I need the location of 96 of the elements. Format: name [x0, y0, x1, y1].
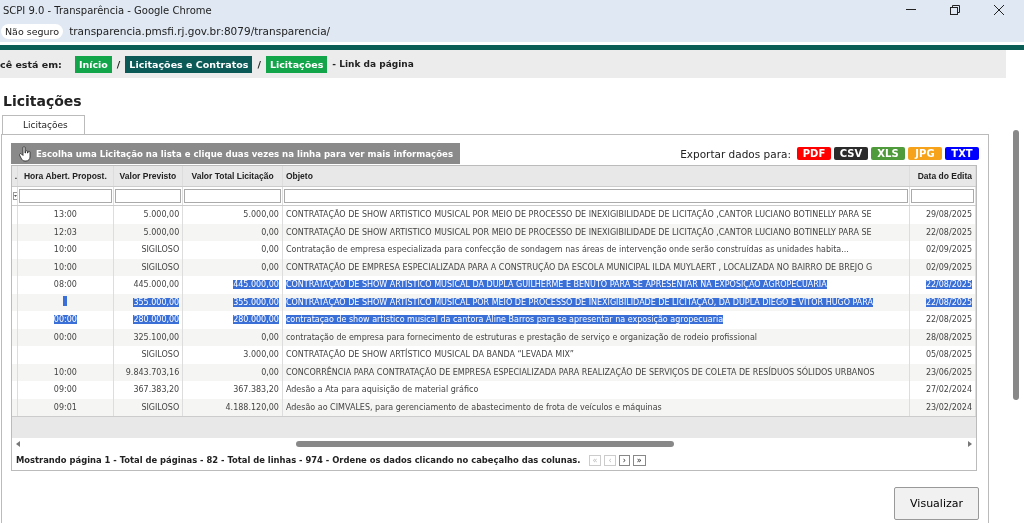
table-cell: CONTRATAÇÃO DE SHOW ARTISTICO MUSICAL POR MEIO DE PROCESSO DE INEXIGIBILIDADE DE LICITAÇÃO ,CANTOR LUCIANO BOTINELLY PARA SE: [285, 210, 872, 220]
table-cell: 0,00: [261, 367, 279, 377]
table-cell: 22/08/2025: [925, 227, 972, 237]
pager-info: Mostrando página 1 - Total de páginas - 82 - Total de linhas - 974 - Ordene os dados clicando no cabeçalho das colunas.: [16, 455, 581, 465]
column-header[interactable]: Valor Total Licitação: [182, 166, 283, 187]
table-cell: 355.000,00: [233, 297, 279, 307]
scroll-right-icon[interactable]: [968, 441, 972, 447]
filter-field[interactable]: [283, 189, 909, 203]
filter-field[interactable]: [114, 189, 182, 203]
breadcrumb-note: - Link da página: [332, 59, 414, 69]
url-field[interactable]: transparencia.pmsfi.rj.gov.br:8079/transparencia/: [69, 25, 331, 37]
column-header[interactable]: Objeto: [282, 166, 910, 187]
minimize-icon[interactable]: [906, 9, 916, 11]
table-cell: 10:00: [53, 262, 77, 272]
export-button[interactable]: PDF: [797, 147, 831, 160]
table-cell: 22/08/2025: [925, 297, 972, 307]
table-cell: 367.383,20: [133, 385, 180, 395]
table-cell: 4.188.120,00: [225, 402, 279, 412]
column-header[interactable]: Data do Edita: [910, 166, 976, 187]
table-cell: 0,00: [261, 245, 279, 255]
table-cell: CONTRATAÇÃO DE SHOW ARTÍSTICO MUSICAL DA BANDA “LEVADA MIX”: [285, 350, 574, 360]
scroll-left-icon[interactable]: [16, 441, 20, 447]
security-badge[interactable]: Não seguro: [1, 23, 64, 39]
breadcrumb-label: cê está em:: [0, 58, 62, 70]
tab[interactable]: Licitações: [2, 115, 85, 134]
table-cell: 445.000,00: [133, 280, 180, 290]
table-cell: 23/02/2024: [925, 402, 972, 412]
table-cell: 445.000,00: [233, 280, 279, 290]
table-cell: 280.000,00: [233, 315, 279, 325]
breadcrumb-separator: /: [257, 58, 261, 70]
table-cell: Adesão a Ata para aquisição de material gráfico: [285, 385, 479, 395]
table-cell: 23/06/2025: [925, 367, 972, 377]
export-label: Exportar dados para:: [680, 147, 791, 160]
table-cell: 5.000,00: [143, 210, 180, 220]
table-cell: Adesão ao CIMVALES, para gerenciamento de abastecimento de frota de veículos e máquinas: [285, 402, 662, 412]
table-cell: 29/08/2025: [925, 210, 972, 220]
table-cell: 09:00: [53, 385, 77, 395]
table-cell: Contratação de empresa especializada para confecção de sondagem nas áreas de intervenção onde serão construídas as unidades habita...: [285, 245, 849, 255]
table-cell: 28/08/2025: [925, 332, 972, 342]
table-cell: 05/08/2025: [925, 350, 972, 360]
window-title: SCPI 9.0 - Transparência - Google Chrome: [3, 4, 212, 16]
filter-field[interactable]: [911, 189, 974, 203]
column-header[interactable]: Valor Previsto: [113, 166, 183, 187]
table-cell: SIGILOSO: [141, 402, 180, 412]
breadcrumb-separator: /: [116, 58, 121, 70]
hint-banner: Escolha uma Licitação na lista e clique duas vezes na linha para ver mais informações: [11, 143, 461, 164]
table-cell: 280.000,00: [133, 315, 180, 325]
table-cell: CONTRATAÇÃO DE EMPRESA ESPECIALIZADA PARA A CONSTRUÇÃO DA ESCOLA MUNICIPAL ILDA MUYLAERT , LOCALIZADA NO BAIRRO DE BREJO G: [285, 262, 873, 272]
table-cell: 0,00: [261, 262, 279, 272]
table-cell: SIGILOSO: [141, 245, 180, 255]
pager-button[interactable]: ›: [618, 454, 630, 466]
table-cell: 13:00: [53, 210, 77, 220]
table-cell: 355.000,00: [133, 297, 180, 307]
table-cell: 09:01: [53, 402, 77, 412]
table-cell: 22/08/2025: [925, 280, 972, 290]
table-cell: 0,00: [261, 227, 279, 237]
table-cell: 27/02/2024: [925, 385, 972, 395]
table-cell: 0,00: [261, 332, 279, 342]
table-cell: 9.843.703,16: [125, 367, 180, 377]
vertical-scrollbar[interactable]: [1013, 130, 1019, 400]
table-cell: 02/09/2025: [925, 262, 972, 272]
table-cell: 00:00: [53, 332, 77, 342]
table-cell: contratação de empresa para fornecimento de estruturas e prestação de serviço e organização de rodeio profissional: [285, 332, 758, 342]
table-cell: CONCORRÊNCIA PARA CONTRATAÇÃO DE EMPRESA ESPECIALIZADA PARA REALIZAÇÃO DE SERVIÇOS DE COLETA DE RESÍDUOS SÓLIDOS URBANOS: [285, 367, 875, 377]
close-icon[interactable]: [994, 5, 1004, 15]
restore-icon[interactable]: [950, 5, 960, 15]
export-button[interactable]: TXT: [945, 147, 979, 160]
pager-button[interactable]: »: [632, 454, 646, 466]
export-button[interactable]: CSV: [834, 147, 868, 160]
table-cell: 10:00: [53, 367, 77, 377]
table-cell: 12:03: [53, 227, 77, 237]
table-cell: CONTRATAÇÃO DE SHOW ARTISTICO MUSICAL POR MEIO DE PROCESSO DE INEXIGIBILIDADE DE LICITAÇÃO, DA DUPLA DIEGO E VITOR HUGO PARA: [285, 297, 874, 307]
column-header[interactable]: .: [12, 166, 18, 187]
table-cell: CONTRATAÇÃO DE SHOW ARTISTICO MUSICAL DA DUPLA GUILHERME E BENUTO PARA SE APRESENTAR NA EXPOSIÇÃO AGROPECUARIA: [285, 280, 827, 290]
breadcrumb-link[interactable]: Licitações e Contratos: [125, 55, 253, 73]
table-cell: 02/09/2025: [925, 245, 972, 255]
table-cell: 00:00: [53, 315, 77, 325]
table-cell: 22/08/2025: [925, 315, 972, 325]
hand-pointer-icon: [19, 145, 32, 162]
table-cell: SIGILOSO: [141, 350, 180, 360]
filter-field[interactable]: [19, 189, 112, 203]
table-cell: 5.000,00: [143, 227, 180, 237]
table-cell: 10:00: [53, 245, 77, 255]
table-cell: contrataçao de show artistico musical da cantora Aline Barros para se apresentar na exposição agropecuaria: [285, 315, 724, 325]
view-button[interactable]: Visualizar: [894, 487, 979, 520]
table-cell: 325.100,00: [133, 332, 180, 342]
page-heading: Licitações: [2, 92, 83, 111]
column-header[interactable]: Hora Abert. Propost.: [17, 166, 114, 187]
table-cell: 3.000,00: [243, 350, 279, 360]
dropdown-icon[interactable]: [13, 192, 17, 200]
filter-field[interactable]: [184, 189, 281, 203]
table-cell: SIGILOSO: [141, 262, 180, 272]
table-cell: 5.000,00: [243, 210, 279, 220]
table-cell: 08:00: [53, 280, 77, 290]
table-cell: 367.383,20: [233, 385, 279, 395]
table-cell: CONTRATAÇÃO DE SHOW ARTISTICO MUSICAL POR MEIO DE PROCESSO DE INEXIGIBILIDADE DE LICITAÇÃO ,CANTOR LUCIANO BOTINELLY PARA SE: [285, 227, 872, 237]
